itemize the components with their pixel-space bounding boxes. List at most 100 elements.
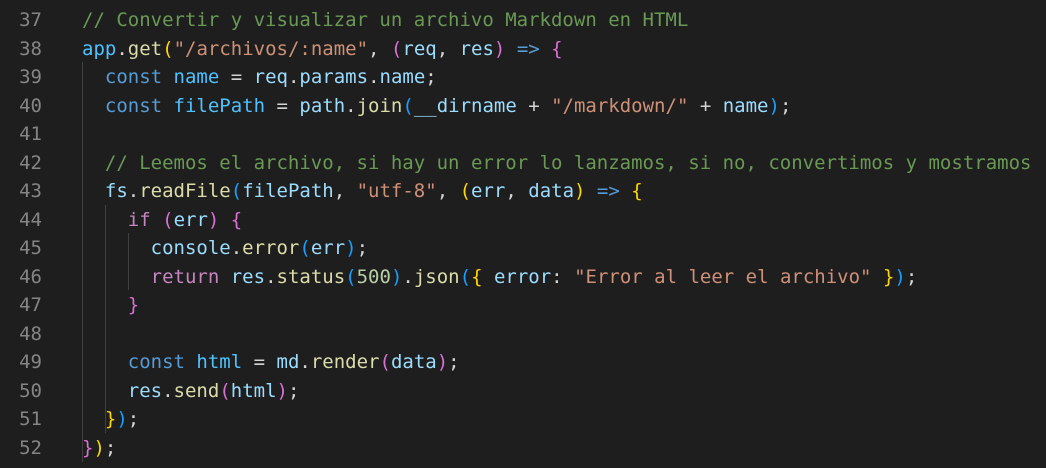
line-code: // Leemos el archivo, si hay un error lo… [82,149,1032,178]
code-token: . [402,265,414,288]
code-token: ; [905,265,918,288]
code-token: . [230,237,243,259]
code-token: . [345,94,357,117]
code-token: __dirname [413,94,517,117]
code-line[interactable]: 38 app.get("/archivos/:name", (req, res) … [0,35,1046,64]
code-token: { [471,265,483,288]
code-line[interactable]: 49 const html = md.render(data); [0,348,1046,377]
code-line[interactable]: 41 [0,120,1046,149]
code-line[interactable]: 46 return res.status(500).json({ error: … [0,263,1046,292]
code-line[interactable]: 37 // Convertir y visualizar un archivo M… [0,6,1046,35]
code-token: const [104,66,163,88]
code-token: "/markdown/" [551,94,689,117]
code-token: ) [574,180,586,202]
code-line[interactable]: 43 fs.readFile(filePath, "utf-8", (err, … [0,177,1046,206]
line-number: 40 [19,94,42,117]
line-number: 43 [19,180,42,202]
code-token: data [390,351,437,373]
code-token: ( [459,265,472,288]
code-token: , [368,37,391,60]
code-token: } [104,408,117,430]
line-number: 50 [19,379,42,402]
code-token: => [516,37,540,60]
code-token: "/archivos/:name" [173,37,369,60]
line-code: const html = md.render(data); [82,348,460,377]
code-token: ; [127,408,140,430]
code-token: ) [436,351,449,373]
code-token: : [551,265,575,288]
line-number: 47 [19,294,42,316]
code-line[interactable]: 44 if (err) { [0,206,1046,235]
line-code: } [82,291,139,320]
code-token: filePath [242,180,334,202]
code-line[interactable]: 39 const name = req.params.name; [0,63,1046,92]
code-token: ( [162,37,174,60]
code-token: err [173,208,208,231]
line-number: 41 [19,123,42,145]
code-token: ) [894,265,906,288]
line-code: }); [82,405,139,434]
code-token: ) [390,265,403,288]
code-token: ; [104,436,117,459]
code-token: ( [379,351,391,373]
code-token: . [116,37,128,60]
code-token: ; [448,351,460,373]
line-code: console.error(err); [82,234,368,263]
code-line[interactable]: 51 }); [0,405,1046,434]
line-number: 39 [19,66,42,88]
line-code: const filePath = path.join(__dirname + "… [82,92,792,121]
code-token: ( [345,265,357,288]
code-line[interactable]: 45 console.error(err); [0,234,1046,263]
code-line[interactable]: 40 const filePath = path.join(__dirname … [0,92,1046,121]
code-line[interactable]: 50 res.send(html); [0,377,1046,406]
code-token: readFile [139,180,231,202]
code-token: res [230,265,266,288]
code-token: app [82,37,117,60]
line-code: if (err) { [82,206,242,235]
line-code: // Convertir y visualizar un archivo Mar… [82,6,688,35]
line-number: 37 [19,9,42,31]
code-token: render [310,351,380,373]
code-line[interactable]: 52}); [0,434,1046,463]
code-token: err [471,180,506,202]
code-token: ( [299,237,311,259]
code-token: . [368,66,380,88]
code-token: err [310,237,346,259]
line-code: }); [82,434,116,463]
code-token: fs [104,180,128,202]
code-token: { [551,37,563,60]
code-token: ( [219,379,231,402]
code-line[interactable]: 47 } [0,291,1046,320]
code-token: ) [276,379,288,402]
code-token: ) [207,208,220,231]
code-token: } [882,265,895,288]
line-code: res.send(html); [82,377,300,406]
code-editor[interactable]: 37 // Convertir y visualizar un archivo M… [0,0,1046,468]
code-token: md [276,351,300,373]
code-token: ) [93,436,105,459]
code-token: ) [493,37,506,60]
code-token: . [127,180,140,202]
code-line[interactable]: 42 // Leemos el archivo, si hay un error… [0,149,1046,178]
code-token: ( [162,208,174,231]
code-token: => [596,180,620,202]
code-line[interactable]: 48 [0,320,1046,349]
line-number: 49 [19,351,42,373]
code-token: res [459,37,494,60]
code-token: "Error al leer el archivo" [574,265,872,288]
code-token: html [196,351,243,373]
code-token: name [173,66,220,88]
